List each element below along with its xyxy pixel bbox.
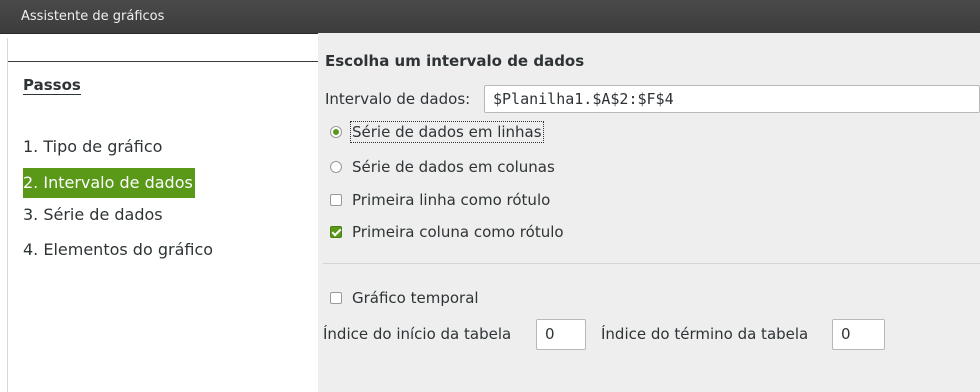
data-range-input[interactable]: $Planilha1.$A$2:$F$4 (484, 85, 980, 113)
window-titlebar[interactable]: Assistente de gráficos (0, 0, 980, 34)
first-row-as-label-row[interactable]: Primeira linha como rótulo (330, 189, 550, 211)
steps-divider (8, 61, 319, 62)
first-column-as-label-row[interactable]: Primeira coluna como rótulo (330, 221, 564, 243)
start-index-input[interactable]: 0 (536, 319, 586, 350)
temporal-chart-label: Gráfico temporal (352, 289, 479, 307)
first-row-as-label-checkbox[interactable] (330, 194, 342, 206)
radio-series-columns-label: Série de dados em colunas (352, 158, 555, 176)
radio-series-rows-row[interactable]: Série de dados em linhas (330, 121, 544, 143)
temporal-chart-row[interactable]: Gráfico temporal (330, 287, 479, 309)
steps-heading: Passos (23, 76, 81, 95)
window-title: Assistente de gráficos (21, 9, 165, 24)
data-range-label: Intervalo de dados: (325, 90, 471, 108)
radio-series-columns-row[interactable]: Série de dados em colunas (330, 156, 555, 178)
radio-series-rows[interactable] (330, 126, 342, 138)
radio-series-rows-label: Série de dados em linhas (350, 121, 544, 143)
panel-separator (323, 263, 980, 264)
end-index-input[interactable]: 0 (832, 319, 885, 350)
first-column-as-label-checkbox[interactable] (330, 226, 342, 238)
step-data-range[interactable]: 2. Intervalo de dados (23, 168, 195, 198)
start-index-label: Índice do início da tabela (323, 325, 512, 343)
steps-sidebar: Passos 1. Tipo de gráfico 2. Intervalo d… (7, 38, 319, 392)
step-data-series[interactable]: 3. Série de dados (23, 200, 165, 230)
step-chart-elements[interactable]: 4. Elementos do gráfico (23, 235, 215, 265)
panel-heading: Escolha um intervalo de dados (325, 52, 585, 70)
radio-series-columns[interactable] (330, 161, 342, 173)
step-chart-type[interactable]: 1. Tipo de gráfico (23, 132, 164, 162)
first-column-as-label-label: Primeira coluna como rótulo (352, 223, 564, 241)
data-range-panel: Escolha um intervalo de dados Intervalo … (318, 33, 980, 392)
end-index-label: Índice do término da tabela (601, 325, 809, 343)
temporal-chart-checkbox[interactable] (330, 292, 342, 304)
first-row-as-label-label: Primeira linha como rótulo (352, 191, 551, 209)
